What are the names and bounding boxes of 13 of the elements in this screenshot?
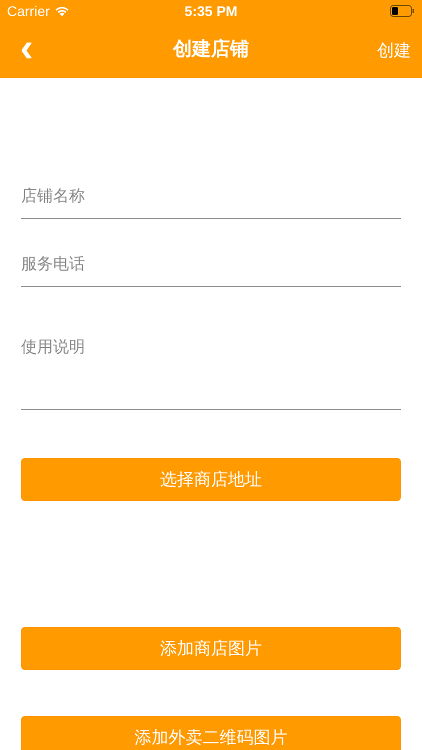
battery-icon [390,5,416,17]
action-button[interactable]: 选择商店地址 [21,458,401,501]
create-button[interactable]: 创建 [377,38,411,64]
action-button[interactable]: 添加外卖二维码图片 [21,716,401,750]
description-field[interactable]: 使用说明 [21,314,401,410]
action-button[interactable]: 添加商店图片 [21,627,401,670]
status-time: 5:35 PM [184,2,238,20]
input-field[interactable]: 服务电话 [21,243,401,287]
carrier-text: Carrier [7,2,50,20]
back-button[interactable]: ‹ [20,30,34,66]
nav-title: 创建店铺 [173,38,249,62]
wifi-icon [54,5,70,17]
input-field[interactable]: 店铺名称 [21,175,401,219]
